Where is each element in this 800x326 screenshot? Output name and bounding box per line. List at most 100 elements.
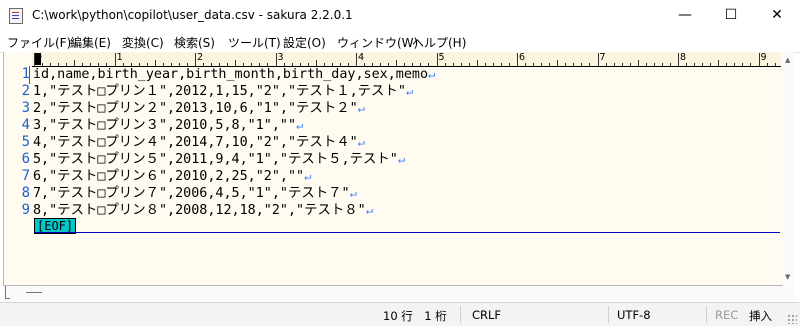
text-line[interactable]: 2,"テスト□プリン２",2013,10,6,"1","テスト２"↵ xyxy=(33,100,365,117)
vertical-scrollbar[interactable]: ▲ ▼ xyxy=(782,52,794,285)
newline-icon: ↵ xyxy=(428,67,436,81)
ruler-tick xyxy=(653,63,655,66)
newline-icon: ↵ xyxy=(397,152,406,166)
status-divider xyxy=(460,306,461,323)
ruler-tick xyxy=(637,60,639,66)
text-line[interactable]: 3,"テスト□プリン３",2010,5,8,"1",""↵ xyxy=(33,117,303,134)
column-ruler: 0 1 2 3 4 5 6 7 8 9 xyxy=(32,52,781,67)
ruler-tick xyxy=(500,63,502,66)
ruler-label: 2 xyxy=(197,52,204,63)
menu-tools[interactable]: ツール(T) xyxy=(228,34,281,51)
ruler-tick xyxy=(661,63,663,66)
menu-edit[interactable]: 編集(E) xyxy=(70,34,111,51)
menu-file[interactable]: ファイル(F) xyxy=(7,34,71,51)
ruler-tick xyxy=(774,63,776,66)
ruler-tick xyxy=(710,63,712,66)
ruler-label: 7 xyxy=(599,52,606,63)
cursor-underline xyxy=(34,232,780,233)
ruler-tick xyxy=(734,63,736,66)
ruler-tick xyxy=(508,63,510,66)
menu-window[interactable]: ウィンドウ(W) xyxy=(337,34,418,51)
insert-mode-indicator[interactable]: 挿入 xyxy=(749,308,772,324)
horizontal-scroll-area[interactable] xyxy=(3,286,795,302)
menu-help[interactable]: ヘルプ(H) xyxy=(412,34,466,51)
ruler-label: 4 xyxy=(358,52,365,63)
minimize-icon: — xyxy=(678,7,692,23)
newline-icon: ↵ xyxy=(296,118,304,132)
ruler-tick xyxy=(613,63,615,66)
menu-bar: ファイル(F) 編集(E) 変換(C) 検索(S) ツール(T) 設定(O) ウ… xyxy=(0,30,800,53)
text-line-content: 5,"テスト□プリン５",2011,9,4,"1","テスト５,テスト" xyxy=(33,152,398,167)
ruler-tick xyxy=(629,63,631,66)
text-line-content: 8,"テスト□プリン８",2008,12,18,"2","テスト８" xyxy=(33,203,366,218)
macro-record-indicator[interactable]: REC xyxy=(715,308,738,322)
status-bar: 10 行 1 桁 CRLF UTF-8 REC 挿入 xyxy=(0,302,800,326)
ruler-tick xyxy=(645,63,647,66)
menu-search[interactable]: 検索(S) xyxy=(174,34,215,51)
ruler-tick xyxy=(742,63,744,66)
scroll-up-icon[interactable]: ▲ xyxy=(785,56,790,64)
text-line-content: 2,"テスト□プリン２",2013,10,6,"1","テスト２" xyxy=(33,101,358,116)
ruler-tick xyxy=(492,63,494,66)
ruler-tick xyxy=(460,63,462,66)
newline-icon: ↵ xyxy=(357,101,365,115)
ruler-tick xyxy=(718,60,720,66)
text-line[interactable]: 1,"テスト□プリン１",2012,1,15,"2","テスト１,テスト"↵ xyxy=(33,83,413,100)
newline-icon: ↵ xyxy=(304,169,312,183)
ruler-label: 1 xyxy=(116,52,123,63)
ruler-tick xyxy=(517,53,518,66)
ruler-tick xyxy=(597,53,599,66)
newline-icon: ↵ xyxy=(405,84,414,98)
text-line[interactable]: 5,"テスト□プリン５",2011,9,4,"1","テスト５,テスト"↵ xyxy=(33,151,405,168)
ruler-tick xyxy=(114,53,116,66)
window-title: C:\work\python\copilot\user_data.csv - s… xyxy=(32,8,353,22)
line-number: 6 xyxy=(21,151,30,167)
scroll-down-icon[interactable]: ▼ xyxy=(785,273,790,281)
text-line[interactable]: 7,"テスト□プリン７",2006,4,5,"1","テスト７"↵ xyxy=(33,185,357,202)
minimize-button[interactable]: — xyxy=(662,0,708,30)
line-ending[interactable]: CRLF xyxy=(472,308,501,322)
ruler-tick xyxy=(589,63,591,66)
line-number: 5 xyxy=(21,134,30,150)
ruler-tick xyxy=(541,63,543,66)
ruler-label: 3 xyxy=(277,52,284,63)
ruler-tick xyxy=(766,63,768,66)
cursor-position[interactable]: 10 行 1 桁 xyxy=(383,308,447,324)
ruler-tick xyxy=(195,53,196,66)
ruler-tick xyxy=(678,53,679,66)
newline-icon: ↵ xyxy=(365,203,373,217)
maximize-button[interactable]: ☐ xyxy=(708,0,754,30)
ruler-tick xyxy=(758,53,760,66)
status-divider xyxy=(608,306,609,323)
resize-grip-icon[interactable] xyxy=(787,314,797,324)
encoding[interactable]: UTF-8 xyxy=(617,308,651,322)
ruler-tick xyxy=(436,53,438,66)
text-line[interactable]: 6,"テスト□プリン６",2010,2,25,"2",""↵ xyxy=(33,168,311,185)
text-line[interactable]: 4,"テスト□プリン４",2014,7,10,"2","テスト４"↵ xyxy=(33,134,365,151)
ruler-tick xyxy=(557,60,559,66)
ruler-tick xyxy=(605,63,607,66)
split-box-icon[interactable] xyxy=(5,286,10,299)
line-number: 4 xyxy=(21,117,30,133)
text-line-content: 7,"テスト□プリン７",2006,4,5,"1","テスト７" xyxy=(33,186,350,201)
menu-settings[interactable]: 設定(O) xyxy=(283,34,326,51)
menu-convert[interactable]: 変換(C) xyxy=(122,34,164,51)
line-number: 7 xyxy=(21,168,30,184)
ruler-tick xyxy=(452,63,454,66)
text-line-content: 4,"テスト□プリン４",2014,7,10,"2","テスト４" xyxy=(33,135,358,150)
close-button[interactable]: ✕ xyxy=(754,0,800,30)
ruler-tick xyxy=(686,63,688,66)
sakura-app-icon[interactable] xyxy=(9,8,23,24)
text-line[interactable]: 8,"テスト□プリン８",2008,12,18,"2","テスト８"↵ xyxy=(33,202,373,219)
ruler-label: 5 xyxy=(438,52,445,63)
line-number: 3 xyxy=(21,100,30,116)
text-line-content: id,name,birth_year,birth_month,birth_day… xyxy=(33,67,429,82)
maximize-icon: ☐ xyxy=(724,7,738,23)
ruler-tick xyxy=(484,63,486,66)
ruler-tick xyxy=(533,63,535,66)
ruler-tick xyxy=(34,53,35,66)
text-line[interactable]: id,name,birth_year,birth_month,birth_day… xyxy=(33,66,435,83)
current-line-indicator xyxy=(29,66,30,84)
ruler-tick xyxy=(275,53,277,66)
horizontal-splitter-icon[interactable] xyxy=(26,292,42,293)
